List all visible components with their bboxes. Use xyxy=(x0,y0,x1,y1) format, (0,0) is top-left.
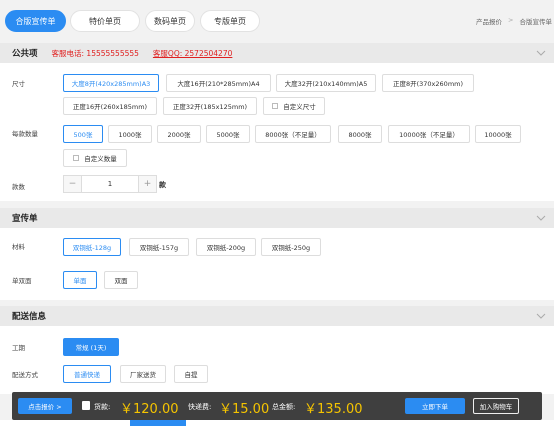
quantity-label: 每款数量 xyxy=(12,130,38,138)
checkbox-icon xyxy=(73,155,80,161)
qty-option-8000-short[interactable]: 8000张（不足量） xyxy=(255,125,331,143)
qty-option-1000[interactable]: 1000张 xyxy=(108,125,152,143)
material-label: 材料 xyxy=(12,243,25,251)
support-qq-link[interactable]: 客服QQ: 2572504270 xyxy=(153,48,232,59)
method-label: 配送方式 xyxy=(12,371,38,379)
size-label: 尺寸 xyxy=(12,80,25,88)
qty-option-10000[interactable]: 10000张 xyxy=(475,125,521,143)
breadcrumb-current: 合版宣传单 xyxy=(519,18,553,26)
common-section-header[interactable]: 公共项 客服电话: 15555555555 客服QQ: 2572504270 xyxy=(0,43,554,63)
tab-flyer[interactable]: 合版宣传单 xyxy=(5,10,66,32)
size-option-custom[interactable]: 自定义尺寸 xyxy=(263,97,325,115)
material-option-128[interactable]: 双铜纸-128g xyxy=(63,238,121,256)
flyer-section-header[interactable]: 宣传单 xyxy=(0,208,554,228)
add-to-cart-button[interactable]: 加入购物车 xyxy=(473,398,519,414)
document-icon xyxy=(82,401,90,410)
qty-option-500[interactable]: 500张 xyxy=(63,125,103,143)
common-section-title: 公共项 xyxy=(12,49,38,59)
qty-option-2000[interactable]: 2000张 xyxy=(157,125,201,143)
kinds-unit: 款 xyxy=(159,181,166,189)
checkbox-icon xyxy=(272,103,279,109)
qty-option-10000-short[interactable]: 10000张（不足量） xyxy=(388,125,470,143)
breadcrumb: 产品报价 > 合版宣传单 xyxy=(476,16,552,26)
quote-button[interactable]: 点击报价 > xyxy=(18,398,72,414)
goods-label: 货款: xyxy=(94,403,111,411)
total-amount: ￥135.00 xyxy=(304,402,363,417)
size-option-a5[interactable]: 大度32开(210x140mm)A5 xyxy=(276,74,376,92)
method-option-factory[interactable]: 厂家送货 xyxy=(120,365,166,383)
material-option-250[interactable]: 双铜纸-250g xyxy=(261,238,321,256)
size-custom-label: 自定义尺寸 xyxy=(283,103,316,111)
material-option-157[interactable]: 双铜纸-157g xyxy=(129,238,189,256)
kinds-stepper[interactable]: − 1 + xyxy=(63,175,157,193)
tab-special[interactable]: 特价单页 xyxy=(70,10,140,32)
checkout-bar: 点击报价 > 货款: ￥120.00 快递费: ￥15.00 总金额: ￥135… xyxy=(12,392,542,420)
sides-label: 单双面 xyxy=(12,277,32,285)
method-option-pickup[interactable]: 自提 xyxy=(174,365,208,383)
order-now-button[interactable]: 立即下单 xyxy=(405,398,465,414)
support-phone: 客服电话: 15555555555 xyxy=(51,48,139,58)
size-option-a3[interactable]: 大度8开(420x285mm)A3 xyxy=(63,74,159,92)
size-option-zheng32[interactable]: 正度32开(185x125mm) xyxy=(163,97,257,115)
qty-option-8000[interactable]: 8000张 xyxy=(338,125,382,143)
tab-exclusive[interactable]: 专版单页 xyxy=(200,10,260,32)
method-option-express[interactable]: 普通快递 xyxy=(63,365,111,383)
chevron-down-icon[interactable] xyxy=(536,213,546,223)
period-label: 工期 xyxy=(12,344,25,352)
shipping-label: 快递费: xyxy=(188,403,212,411)
shipping-amount: ￥15.00 xyxy=(219,402,270,417)
period-option-regular[interactable]: 常规 (1天) xyxy=(63,338,119,356)
qty-option-5000[interactable]: 5000张 xyxy=(206,125,250,143)
material-option-200[interactable]: 双铜纸-200g xyxy=(196,238,256,256)
total-label: 总金额: xyxy=(272,403,296,411)
breadcrumb-separator: > xyxy=(508,16,514,24)
kinds-label: 款数 xyxy=(12,183,25,191)
delivery-section-title: 配送信息 xyxy=(12,312,47,322)
common-section: 公共项 客服电话: 15555555555 客服QQ: 2572504270 尺… xyxy=(0,43,554,201)
next-row-peek xyxy=(0,420,554,426)
chevron-down-icon[interactable] xyxy=(536,311,546,321)
qty-option-custom[interactable]: 自定义数量 xyxy=(63,149,127,167)
plus-button[interactable]: + xyxy=(139,176,156,192)
sides-option-double[interactable]: 双面 xyxy=(104,271,138,289)
qty-custom-label: 自定义数量 xyxy=(84,155,117,163)
size-option-a4[interactable]: 大度16开(210*285mm)A4 xyxy=(166,74,271,92)
goods-amount: ￥120.00 xyxy=(120,402,179,417)
breadcrumb-parent[interactable]: 产品报价 xyxy=(476,16,502,26)
size-option-zheng16[interactable]: 正度16开(260x185mm) xyxy=(63,97,157,115)
kinds-input[interactable]: 1 xyxy=(81,176,139,192)
delivery-section-header[interactable]: 配送信息 xyxy=(0,306,554,326)
top-bar: 合版宣传单 特价单页 数码单页 专版单页 产品报价 > 合版宣传单 xyxy=(0,0,554,40)
tab-digital[interactable]: 数码单页 xyxy=(145,10,195,32)
size-option-zheng8[interactable]: 正度8开(370x260mm) xyxy=(382,74,474,92)
sides-option-single[interactable]: 单面 xyxy=(63,271,97,289)
next-row-selected-option xyxy=(130,420,186,426)
delivery-section: 配送信息 工期 常规 (1天) 配送方式 普通快递 厂家送货 自提 xyxy=(0,306,554,394)
flyer-section-title: 宣传单 xyxy=(12,214,38,224)
flyer-section: 宣传单 材料 双铜纸-128g 双铜纸-157g 双铜纸-200g 双铜纸-25… xyxy=(0,208,554,300)
minus-button[interactable]: − xyxy=(64,176,81,192)
chevron-down-icon[interactable] xyxy=(536,48,546,58)
